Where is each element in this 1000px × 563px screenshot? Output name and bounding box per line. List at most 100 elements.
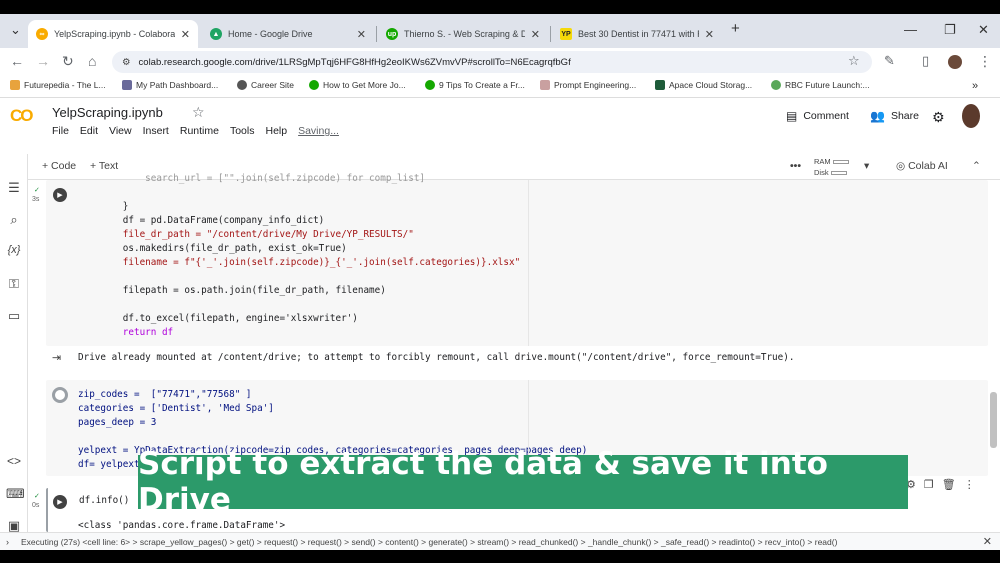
comment-button[interactable]: ▤ Comment: [786, 109, 849, 123]
close-status-icon[interactable]: ✕: [983, 535, 992, 548]
menu-insert[interactable]: Insert: [143, 125, 169, 137]
files-folder-icon[interactable]: ▭: [6, 308, 22, 324]
close-icon[interactable]: ✕: [181, 28, 190, 41]
menu-view[interactable]: View: [109, 125, 132, 137]
variables-icon[interactable]: {x}: [6, 244, 22, 256]
cell-more-icon[interactable]: ⋮: [964, 478, 975, 491]
resource-monitor[interactable]: RAM Disk: [814, 156, 849, 178]
code-line: file_dr_path = "/content/drive/My Drive/…: [78, 229, 414, 240]
code-snippets-icon[interactable]: <>: [6, 454, 22, 468]
tab-search-icon[interactable]: ⌄: [10, 22, 21, 38]
extensions-icon[interactable]: ✎: [884, 53, 895, 69]
delete-cell-icon[interactable]: 🗑: [942, 478, 956, 491]
bookmark-item[interactable]: My Path Dashboard...: [122, 80, 218, 90]
saving-status[interactable]: Saving...: [298, 125, 339, 137]
tab-title: Best 30 Dentist in 77471 with R: [578, 29, 699, 39]
colab-logo[interactable]: CO: [10, 106, 33, 126]
scrollbar-thumb[interactable]: [990, 392, 997, 448]
tab-drive[interactable]: ▲ Home - Google Drive ✕: [202, 20, 374, 48]
address-bar-row: ← → ↻ ⌂ ⚙ colab.research.google.com/driv…: [0, 48, 1000, 76]
add-text-button[interactable]: + Text: [90, 160, 118, 172]
menu-file[interactable]: File: [52, 125, 69, 137]
url-field[interactable]: ⚙ colab.research.google.com/drive/1LRSgM…: [112, 51, 872, 73]
menu-help[interactable]: Help: [265, 125, 287, 137]
search-icon[interactable]: ⌕: [6, 212, 22, 228]
upwork-icon: up: [386, 28, 398, 40]
bookmark-item[interactable]: Futurepedia - The L...: [10, 80, 106, 90]
profile-avatar[interactable]: [948, 55, 962, 69]
star-icon[interactable]: ☆: [192, 104, 205, 121]
site-info-icon[interactable]: ⚙: [122, 57, 131, 68]
bookmark-item[interactable]: Apace Cloud Storag...: [655, 80, 752, 90]
bookmark-item[interactable]: 9 Tips To Create a Fr...: [425, 80, 525, 90]
bookmark-label: Apace Cloud Storag...: [669, 80, 753, 90]
notebook-title[interactable]: YelpScraping.ipynb: [52, 105, 163, 120]
ram-label: RAM: [814, 157, 831, 166]
bookmark-item[interactable]: Career Site: [237, 80, 294, 90]
code-line: }: [78, 201, 129, 212]
runtime-dropdown-icon[interactable]: ▾: [864, 160, 869, 172]
window-close-icon[interactable]: ✕: [978, 22, 989, 38]
secrets-key-icon[interactable]: ⚿: [6, 276, 22, 292]
close-icon[interactable]: ✕: [357, 28, 366, 41]
cell-exec-time: 3s: [32, 196, 40, 203]
collapse-header-icon[interactable]: ⌃: [972, 160, 981, 172]
run-cell-button[interactable]: ▶: [53, 495, 67, 509]
bookmark-icon: [122, 80, 132, 90]
bookmark-star-icon[interactable]: ☆: [848, 53, 860, 69]
run-cell-button[interactable]: ▶: [53, 188, 67, 202]
share-button[interactable]: 👥 Share: [870, 109, 919, 123]
more-options-icon[interactable]: •••: [790, 160, 801, 172]
user-avatar[interactable]: [962, 104, 980, 128]
code-block: } df = pd.DataFrame(company_info_dict) f…: [78, 200, 520, 340]
expand-status-icon[interactable]: ›: [6, 537, 9, 547]
more-bookmarks-icon[interactable]: »: [972, 80, 978, 92]
code-line: filename = f"{'_'.join(self.zipcode)}_{'…: [78, 257, 521, 268]
bookmark-label: RBC Future Launch:...: [785, 80, 870, 90]
code-line: pages_deep = 3: [78, 417, 157, 428]
code-line: df= yelpext: [78, 459, 140, 470]
disk-label: Disk: [814, 168, 829, 177]
browser-menu-icon[interactable]: ⋮: [978, 53, 992, 70]
reload-icon[interactable]: ↻: [62, 53, 74, 70]
back-icon[interactable]: ←: [10, 53, 24, 69]
new-tab-button[interactable]: +: [731, 20, 740, 37]
table-of-contents-icon[interactable]: ☰: [6, 180, 22, 196]
tab-colab[interactable]: ∞ YelpScraping.ipynb - Colaborat ✕: [28, 20, 198, 48]
forward-icon[interactable]: →: [36, 53, 50, 69]
cell-output-text: <class 'pandas.core.frame.DataFrame'>: [78, 520, 286, 531]
close-icon[interactable]: ✕: [531, 28, 540, 41]
code-line: filepath = os.path.join(file_dr_path, fi…: [78, 285, 386, 296]
globe-icon: [237, 80, 247, 90]
tab-upwork[interactable]: up Thierno S. - Web Scraping & Da ✕: [378, 20, 548, 48]
bookmark-item[interactable]: How to Get More Jo...: [309, 80, 406, 90]
close-icon[interactable]: ✕: [705, 28, 714, 41]
mirror-cell-icon[interactable]: ❐: [924, 478, 934, 491]
settings-gear-icon[interactable]: ⚙: [932, 109, 945, 126]
colab-ai-button[interactable]: ◎ Colab AI: [896, 160, 948, 172]
add-code-button[interactable]: + Code: [42, 160, 76, 172]
menu-runtime[interactable]: Runtime: [180, 125, 219, 137]
home-icon[interactable]: ⌂: [88, 53, 96, 69]
colab-ai-label: Colab AI: [908, 160, 948, 172]
bookmark-item[interactable]: Prompt Engineering...: [540, 80, 636, 90]
command-palette-icon[interactable]: ⌨: [6, 486, 25, 502]
tab-yellowpages[interactable]: YP Best 30 Dentist in 77471 with R ✕: [552, 20, 722, 48]
running-cell-spinner[interactable]: [52, 387, 68, 403]
code-line: df.to_excel(filepath, engine='xlsxwriter…: [78, 313, 358, 324]
restore-icon[interactable]: ❐: [944, 22, 956, 38]
minimize-icon[interactable]: —: [904, 22, 917, 37]
bookmark-item[interactable]: RBC Future Launch:...: [771, 80, 870, 90]
menu-tools[interactable]: Tools: [230, 125, 255, 137]
video-caption-banner: Script to extract the data & save it int…: [138, 446, 908, 518]
share-label: Share: [890, 110, 919, 122]
comment-label: Comment: [803, 110, 849, 122]
menu-edit[interactable]: Edit: [80, 125, 98, 137]
drive-icon: ▲: [210, 28, 222, 40]
upwork-icon: [309, 80, 319, 90]
output-redirect-icon[interactable]: ⇥: [52, 351, 61, 364]
side-panel-icon[interactable]: ▯: [922, 53, 929, 69]
tab-title: Home - Google Drive: [228, 29, 313, 39]
cell-toolbar: ⚙ ❐ 🗑 ⋮: [906, 478, 975, 491]
left-sidebar: ☰ ⌕ {x} ⚿ ▭ <> ⌨ ▣: [0, 154, 28, 534]
